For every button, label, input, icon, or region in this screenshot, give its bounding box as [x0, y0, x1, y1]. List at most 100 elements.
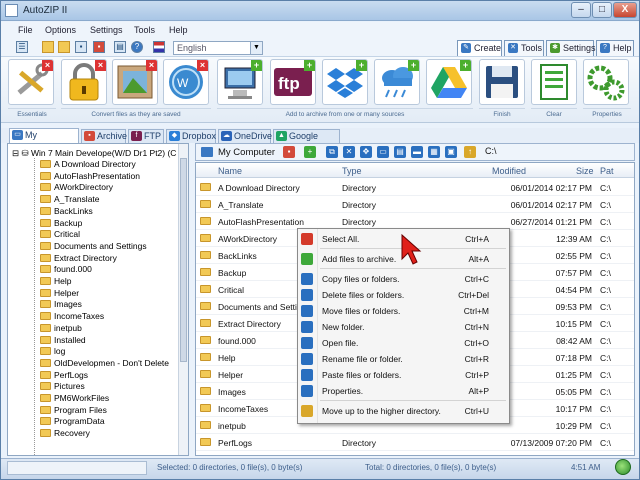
tab-dropbox[interactable]: ◆ Dropbox: [166, 129, 216, 143]
tab-google-drive[interactable]: ▲Google Drive: [273, 129, 340, 153]
context-menu-item[interactable]: Copy files or folders. Ctrl+C: [298, 271, 509, 287]
up-directory-icon[interactable]: ↑: [464, 146, 476, 158]
copy-icon[interactable]: ⧉: [326, 146, 338, 158]
finish-button[interactable]: [479, 59, 525, 105]
minimize-button[interactable]: –: [571, 2, 591, 18]
maximize-button[interactable]: □: [592, 2, 612, 18]
tree-item[interactable]: AWorkDirectory: [40, 182, 113, 193]
new-folder-icon[interactable]: ▭: [377, 146, 389, 158]
tree-item[interactable]: Critical: [40, 229, 80, 240]
paste-icon[interactable]: ▦: [428, 146, 440, 158]
tree-item[interactable]: OldDevelopmen - Don't Delete: [40, 358, 169, 369]
context-menu-item[interactable]: Paste files or folders. Ctrl+P: [298, 367, 509, 383]
add-icon[interactable]: +: [304, 146, 316, 158]
tree-item[interactable]: PerfLogs: [40, 370, 88, 381]
tree-item[interactable]: AutoFlashPresentation: [40, 171, 140, 182]
language-select[interactable]: English ▼: [173, 41, 263, 55]
tree-item[interactable]: IncomeTaxes: [40, 311, 104, 322]
menu-help[interactable]: Help: [169, 25, 188, 35]
properties-icon[interactable]: ▣: [445, 146, 457, 158]
menu-item-label: Move files or folders.: [322, 306, 401, 316]
tab-archive[interactable]: ▪ Archive: [81, 129, 127, 143]
scroll-thumb[interactable]: [180, 158, 187, 362]
windows-button[interactable]: W ×: [163, 59, 209, 105]
move-icon[interactable]: ✥: [360, 146, 372, 158]
paste-icon: [301, 369, 313, 381]
menu-settings[interactable]: Settings: [90, 25, 123, 35]
ftp-button[interactable]: ftp +: [270, 59, 316, 105]
tree-item[interactable]: Helper: [40, 288, 79, 299]
chevron-down-icon[interactable]: ▼: [250, 42, 262, 54]
essentials-button[interactable]: ×: [8, 59, 54, 105]
computer-button[interactable]: +: [217, 59, 263, 105]
tree-item-label: Help: [54, 276, 72, 286]
tree-item[interactable]: found.000: [40, 264, 92, 275]
menu-file[interactable]: File: [18, 25, 33, 35]
table-row[interactable]: A_Translate Directory 06/01/2014 02:17 PM C…: [196, 196, 634, 213]
tree-scrollbar[interactable]: [178, 144, 188, 455]
dropbox-button[interactable]: +: [322, 59, 368, 105]
cloud-button[interactable]: +: [374, 59, 420, 105]
context-menu-item[interactable]: Properties. Alt+P: [298, 383, 509, 399]
tree-item[interactable]: Images: [40, 299, 82, 310]
tab-my-computer[interactable]: ▭My Computer: [9, 128, 79, 152]
clear-document-icon: [540, 64, 568, 100]
lock-button[interactable]: ×: [61, 59, 107, 105]
column-header-name[interactable]: Name: [218, 166, 242, 176]
properties-button[interactable]: [583, 59, 629, 105]
tree-item[interactable]: A Download Directory: [40, 159, 136, 170]
tree-item[interactable]: Backup: [40, 218, 82, 229]
rename-icon[interactable]: ▬: [411, 146, 423, 158]
tab-help[interactable]: ? Help: [596, 40, 634, 56]
open-file-icon[interactable]: ▤: [394, 146, 406, 158]
context-menu-item[interactable]: Move files or folders. Ctrl+M: [298, 303, 509, 319]
help-circle-icon[interactable]: ?: [131, 41, 143, 53]
context-menu-item[interactable]: Delete files or folders. Ctrl+Del: [298, 287, 509, 303]
context-menu-item[interactable]: New folder. Ctrl+N: [298, 319, 509, 335]
column-header-modified[interactable]: Modified: [492, 166, 526, 176]
select-all-icon[interactable]: ▪: [283, 146, 295, 158]
tree-item[interactable]: log: [40, 346, 65, 357]
tree-item[interactable]: PM6WorkFiles: [40, 393, 109, 404]
close-button[interactable]: X: [613, 2, 637, 18]
view-menu-icon[interactable]: ☰: [16, 41, 28, 53]
tab-tools[interactable]: ✕ Tools: [504, 40, 544, 56]
context-menu-item[interactable]: Open file. Ctrl+O: [298, 335, 509, 351]
tab-settings[interactable]: ✱ Settings: [546, 40, 596, 56]
tree-item[interactable]: Recovery: [40, 428, 90, 439]
tree-item[interactable]: Pictures: [40, 381, 85, 392]
archive-icon[interactable]: ▪: [93, 41, 105, 53]
table-row[interactable]: PerfLogs Directory 07/13/2009 07:20 PM C:\: [196, 434, 634, 451]
globe-icon[interactable]: [615, 459, 631, 475]
print-icon[interactable]: ▤: [114, 41, 126, 53]
tree-item[interactable]: ProgramData: [40, 416, 105, 427]
menu-options[interactable]: Options: [45, 25, 76, 35]
tree-item[interactable]: Installed: [40, 335, 86, 346]
clear-button[interactable]: [531, 59, 577, 105]
tab-create[interactable]: ✎ Create: [457, 40, 502, 56]
tab-onedrive[interactable]: ☁ OneDrive: [218, 129, 272, 143]
tab-ftp[interactable]: f FTP: [128, 129, 164, 143]
context-menu-item[interactable]: Move up to the higher directory. Ctrl+U: [298, 403, 509, 419]
column-header-size[interactable]: Size: [576, 166, 594, 176]
tree-root[interactable]: ⊟ ⛁ Win 7 Main Develope(W/D Dr1 Pt2) (C: [12, 148, 176, 159]
folder-icon: [200, 404, 211, 412]
save-icon[interactable]: ▪: [75, 41, 87, 53]
tree-item[interactable]: inetpub: [40, 323, 82, 334]
tree-item[interactable]: A_Translate: [40, 194, 100, 205]
open-folder-icon[interactable]: [58, 41, 70, 53]
tree-item[interactable]: Help: [40, 276, 71, 287]
delete-icon[interactable]: ✕: [343, 146, 355, 158]
folder-icon[interactable]: [42, 41, 54, 53]
tree-item[interactable]: Documents and Settings: [40, 241, 147, 252]
table-row[interactable]: A Download Directory Directory 06/01/2014 …: [196, 179, 634, 196]
menu-tools[interactable]: Tools: [134, 25, 155, 35]
tree-item[interactable]: Program Files: [40, 405, 107, 416]
tree-item[interactable]: Extract Directory: [40, 253, 117, 264]
context-menu-item[interactable]: Rename file or folder. Ctrl+R: [298, 351, 509, 367]
column-header-path[interactable]: Pat: [600, 166, 614, 176]
column-header-type[interactable]: Type: [342, 166, 362, 176]
image-chart-button[interactable]: ×: [112, 59, 158, 105]
google-drive-button[interactable]: +: [426, 59, 472, 105]
tree-item[interactable]: BackLinks: [40, 206, 93, 217]
